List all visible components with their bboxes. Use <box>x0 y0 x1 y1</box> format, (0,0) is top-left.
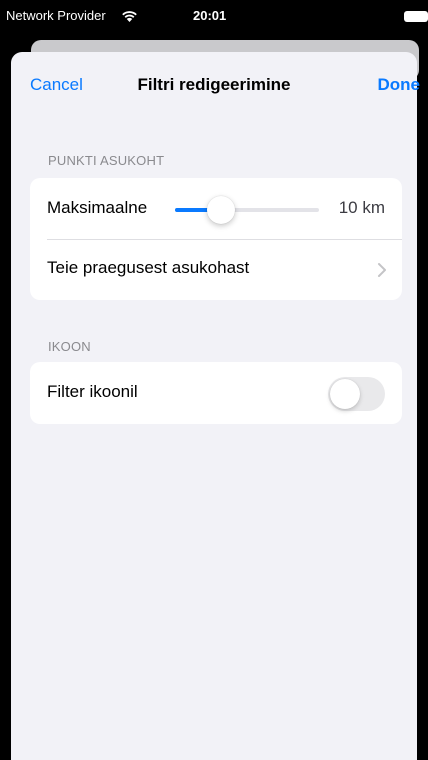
battery-icon <box>404 11 428 22</box>
section-header-icon: IKOON <box>48 339 91 354</box>
toggle-knob <box>330 379 360 409</box>
page-title: Filtri redigeerimine <box>137 75 291 94</box>
edit-filter-sheet: Cancel Filtri redigeerimine Done PUNKTI … <box>11 52 420 760</box>
slider-thumb[interactable] <box>207 196 236 224</box>
carrier-label: Network Provider <box>6 8 106 23</box>
filter-icon-label: Filter ikoonil <box>47 382 138 401</box>
distance-value: 10 km <box>338 198 385 217</box>
chevron-right-icon <box>378 263 386 277</box>
from-location-row[interactable]: Teie praegusest asukohast <box>30 239 402 300</box>
done-button[interactable]: Done <box>378 75 421 95</box>
distance-slider[interactable] <box>175 196 319 224</box>
filter-icon-row: Filter ikoonil <box>30 362 402 424</box>
max-distance-label: Maksimaalne <box>47 198 148 217</box>
wifi-icon <box>122 11 137 22</box>
from-location-label: Teie praegusest asukohast <box>47 258 250 277</box>
max-distance-row: Maksimaalne 10 km <box>30 178 402 240</box>
clock: 20:01 <box>193 8 227 23</box>
location-group: Maksimaalne 10 km Teie praegusest asukoh… <box>30 178 402 300</box>
filter-icon-toggle[interactable] <box>328 377 385 411</box>
navigation-bar: Cancel Filtri redigeerimine Done <box>11 52 420 116</box>
status-bar: Network Provider 20:01 <box>0 0 428 34</box>
icon-group: Filter ikoonil <box>30 362 402 424</box>
section-header-location: PUNKTI ASUKOHT <box>48 153 165 168</box>
